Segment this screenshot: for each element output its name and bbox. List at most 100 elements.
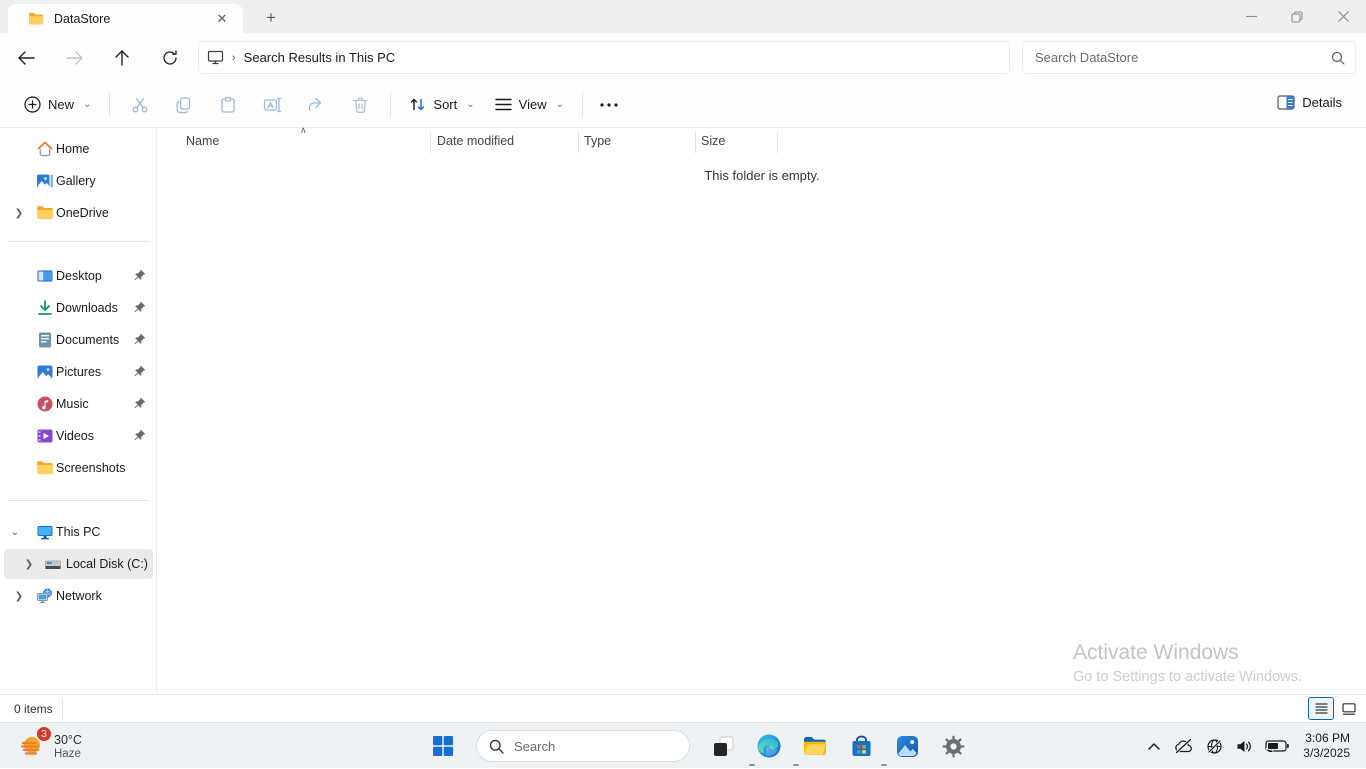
sidebar-item-screenshots[interactable]: Screenshots [4, 453, 153, 483]
toolbar-divider [109, 93, 110, 117]
large-icons-view-toggle[interactable] [1336, 697, 1362, 720]
taskbar-clock[interactable]: 3:06 PM 3/3/2025 [1297, 731, 1358, 761]
edge-browser-icon[interactable] [750, 727, 788, 765]
details-pane-button[interactable]: Details [1267, 88, 1352, 117]
sidebar-item-label: Music [56, 397, 89, 411]
volume-icon[interactable] [1231, 731, 1257, 761]
search-icon [1331, 51, 1345, 65]
empty-folder-message: This folder is empty. [158, 168, 1366, 183]
new-button[interactable]: New ⌄ [14, 89, 101, 120]
battery-icon[interactable] [1261, 731, 1293, 761]
clock-time: 3:06 PM [1303, 731, 1350, 746]
address-bar[interactable]: › Search Results in This PC [198, 41, 1010, 74]
column-header-size[interactable]: Size [701, 134, 725, 148]
sidebar-item-desktop[interactable]: Desktop [4, 261, 153, 291]
explorer-search[interactable] [1022, 41, 1356, 74]
folder-icon [36, 459, 54, 477]
explorer-tab[interactable]: DataStore ✕ [8, 4, 243, 33]
more-options-button[interactable] [591, 88, 627, 122]
status-bar: 0 items [0, 694, 1366, 722]
sidebar-item-network[interactable]: ❯ Network [4, 581, 153, 611]
sidebar-item-home[interactable]: Home [4, 134, 153, 164]
share-button[interactable] [294, 88, 338, 122]
file-list-area: ∧ Name Date modified Type Size This fold… [158, 128, 1366, 694]
sidebar-divider [8, 500, 149, 501]
rename-button[interactable] [250, 88, 294, 122]
delete-button[interactable] [338, 88, 382, 122]
column-divider[interactable] [695, 131, 696, 153]
cut-button[interactable] [118, 88, 162, 122]
forward-button[interactable] [57, 41, 91, 75]
pin-icon [133, 301, 147, 315]
item-count: 0 items [14, 702, 53, 716]
restore-button[interactable] [1274, 0, 1320, 33]
chevron-right-icon[interactable]: ❯ [12, 591, 26, 602]
tab-close-icon[interactable]: ✕ [211, 8, 233, 30]
sidebar-item-label: Screenshots [56, 461, 125, 475]
sort-button[interactable]: Sort ⌄ [399, 89, 484, 120]
pin-icon [133, 333, 147, 347]
file-explorer-icon[interactable] [796, 727, 834, 765]
sidebar-item-music[interactable]: Music [4, 389, 153, 419]
toolbar-divider [390, 93, 391, 117]
no-internet-icon[interactable] [1201, 731, 1227, 761]
column-header-name[interactable]: Name [186, 134, 219, 148]
disk-drive-icon [44, 555, 62, 573]
clock-date: 3/3/2025 [1303, 746, 1350, 761]
sidebar-item-downloads[interactable]: Downloads [4, 293, 153, 323]
weather-widget[interactable]: 3 30°C Haze [10, 723, 90, 769]
sidebar-item-this-pc[interactable]: ⌄ This PC [4, 517, 153, 547]
pin-icon [133, 397, 147, 411]
view-button[interactable]: View ⌄ [485, 90, 574, 119]
task-view-button[interactable] [704, 727, 742, 765]
chevron-right-icon[interactable]: ❯ [22, 559, 36, 570]
column-header-date-modified[interactable]: Date modified [437, 134, 514, 148]
sidebar-item-onedrive[interactable]: ❯ OneDrive [4, 198, 153, 228]
column-divider[interactable] [777, 131, 778, 153]
minimize-button[interactable] [1228, 0, 1274, 33]
pictures-icon [36, 363, 54, 381]
taskbar-search-input[interactable] [512, 738, 652, 755]
hidden-icons-chevron[interactable] [1141, 731, 1167, 761]
sidebar-item-local-disk-c[interactable]: ❯ Local Disk (C:) [4, 549, 153, 579]
sort-button-label: Sort [433, 97, 457, 112]
sidebar-item-label: Downloads [56, 301, 118, 315]
sidebar-item-gallery[interactable]: Gallery [4, 166, 153, 196]
sidebar-item-label: This PC [56, 525, 100, 539]
chevron-down-icon[interactable]: ⌄ [8, 527, 22, 538]
running-indicator [749, 764, 755, 767]
new-button-label: New [48, 97, 74, 112]
chevron-right-icon[interactable]: ❯ [12, 208, 26, 219]
music-icon [36, 395, 54, 413]
details-view-toggle[interactable] [1308, 697, 1334, 720]
downloads-icon [36, 299, 54, 317]
running-indicator [881, 764, 887, 767]
pin-icon [133, 365, 147, 379]
refresh-button[interactable] [153, 41, 187, 75]
taskbar-search[interactable] [476, 730, 690, 762]
back-button[interactable] [9, 41, 43, 75]
start-button[interactable] [424, 727, 462, 765]
view-button-label: View [519, 97, 547, 112]
settings-icon[interactable] [934, 727, 972, 765]
column-header-type[interactable]: Type [584, 134, 611, 148]
pin-icon [133, 269, 147, 283]
sidebar-item-videos[interactable]: Videos [4, 421, 153, 451]
explorer-search-input[interactable] [1033, 49, 1331, 66]
sidebar-divider [8, 241, 149, 242]
microsoft-store-icon[interactable] [842, 727, 880, 765]
sidebar-item-documents[interactable]: Documents [4, 325, 153, 355]
sidebar-item-label: Network [56, 589, 102, 603]
column-divider[interactable] [430, 131, 431, 153]
paste-button[interactable] [206, 88, 250, 122]
gallery-icon [36, 172, 54, 190]
photos-icon[interactable] [888, 727, 926, 765]
column-divider[interactable] [578, 131, 579, 153]
sidebar-item-pictures[interactable]: Pictures [4, 357, 153, 387]
this-pc-icon [36, 523, 54, 541]
close-button[interactable] [1320, 0, 1366, 33]
new-tab-button[interactable]: + [258, 5, 284, 31]
onedrive-offline-icon[interactable] [1171, 731, 1197, 761]
up-button[interactable] [105, 41, 139, 75]
copy-button[interactable] [162, 88, 206, 122]
